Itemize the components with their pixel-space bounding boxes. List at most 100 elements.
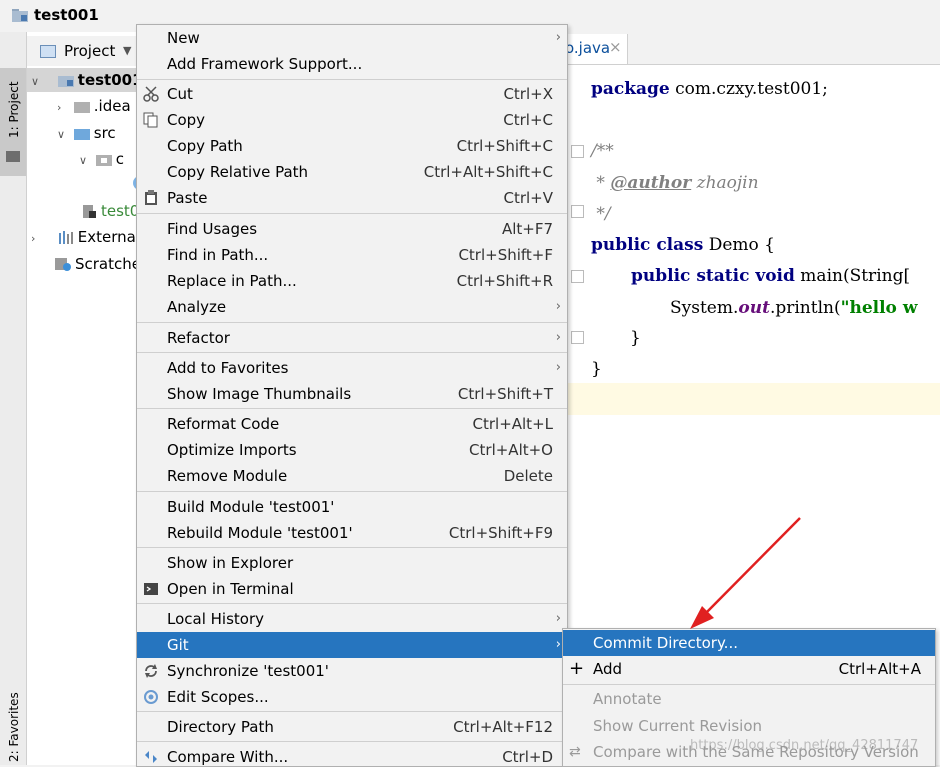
chevron-right-icon[interactable]: › xyxy=(57,96,69,120)
code-line: /** xyxy=(591,141,614,161)
chevron-right-icon: › xyxy=(555,611,561,626)
tree-item-label: Scratche xyxy=(75,255,141,273)
window-title: test001 xyxy=(34,6,99,24)
chevron-down-icon[interactable]: ∨ xyxy=(31,70,43,94)
fold-marker-icon[interactable] xyxy=(571,270,584,283)
code-line: */ xyxy=(591,204,611,224)
chevron-down-icon[interactable]: ∨ xyxy=(57,123,69,147)
fold-marker-icon[interactable] xyxy=(571,205,584,218)
menu-item-edit-scopes[interactable]: Edit Scopes... xyxy=(137,684,567,710)
menu-item-find-usages[interactable]: Find Usages Alt+F7 xyxy=(137,216,567,242)
scope-icon xyxy=(144,690,158,704)
menu-item-copy-relative-path[interactable]: Copy Relative Path Ctrl+Alt+Shift+C xyxy=(137,159,567,185)
source-folder-icon xyxy=(73,129,90,140)
copy-icon xyxy=(143,112,158,128)
project-tool-label: 1: Project xyxy=(7,81,21,138)
package-icon xyxy=(95,155,112,166)
module-folder-icon xyxy=(12,9,28,22)
menu-item-rebuild-module[interactable]: Rebuild Module 'test001' Ctrl+Shift+F9 xyxy=(137,520,567,546)
sync-icon xyxy=(145,664,157,678)
favorites-tool-button[interactable]: 2: Favorites xyxy=(0,682,26,765)
tree-item-idea[interactable]: › .idea xyxy=(27,94,131,118)
current-line-highlight xyxy=(567,383,940,415)
fold-marker-icon[interactable] xyxy=(571,331,584,344)
menu-item-git[interactable]: Git › xyxy=(137,632,567,658)
menu-separator xyxy=(137,213,567,214)
tree-item-src[interactable]: ∨ src xyxy=(27,121,116,145)
project-view-label: Project xyxy=(64,42,116,60)
chevron-right-icon: › xyxy=(555,637,561,652)
menu-separator xyxy=(137,547,567,548)
tree-item-label: c xyxy=(115,150,125,168)
tree-item-label: src xyxy=(93,124,116,142)
libraries-icon xyxy=(58,231,73,244)
context-menu: New › Add Framework Support... Cut Ctrl+X … xyxy=(136,24,568,767)
tree-item-label: .idea xyxy=(93,97,131,115)
menu-item-local-history[interactable]: Local History › xyxy=(137,606,567,632)
scissors-icon xyxy=(143,86,159,102)
menu-item-paste[interactable]: Paste Ctrl+V xyxy=(137,185,567,211)
menu-separator xyxy=(137,491,567,492)
menu-item-synchronize[interactable]: Synchronize 'test001' xyxy=(137,658,567,684)
favorites-tool-label: 2: Favorites xyxy=(7,692,21,762)
menu-item-copy[interactable]: Copy Ctrl+C xyxy=(137,107,567,133)
chevron-right-icon[interactable]: › xyxy=(31,227,43,251)
tree-item-label: test0 xyxy=(101,202,140,220)
menu-separator xyxy=(137,603,567,604)
chevron-down-icon[interactable]: ∨ xyxy=(79,149,91,173)
folder-icon xyxy=(73,102,90,113)
menu-separator xyxy=(137,741,567,742)
menu-separator xyxy=(137,408,567,409)
menu-item-copy-path[interactable]: Copy Path Ctrl+Shift+C xyxy=(137,133,567,159)
submenu-item-annotate: Annotate xyxy=(593,690,662,708)
menu-item-open-in-terminal[interactable]: Open in Terminal xyxy=(137,576,567,602)
tree-item-external-libraries[interactable]: › External xyxy=(27,225,140,249)
code-line: public class Demo { xyxy=(591,235,775,255)
menu-item-refactor[interactable]: Refactor › xyxy=(137,325,567,351)
submenu-item-show-current-revision: Show Current Revision xyxy=(593,717,763,735)
tree-item-label: External xyxy=(77,228,141,246)
chevron-right-icon: › xyxy=(555,299,561,314)
chevron-down-icon: ▼ xyxy=(123,44,132,57)
menu-item-add-to-favorites[interactable]: Add to Favorites › xyxy=(137,355,567,381)
menu-item-find-in-path[interactable]: Find in Path... Ctrl+Shift+F xyxy=(137,242,567,268)
menu-item-reformat-code[interactable]: Reformat Code Ctrl+Alt+L xyxy=(137,411,567,437)
menu-item-new[interactable]: New › xyxy=(137,25,567,51)
tree-item-scratches[interactable]: Scratche xyxy=(27,252,141,276)
module-folder-icon xyxy=(57,76,74,87)
menu-item-cut[interactable]: Cut Ctrl+X xyxy=(137,81,567,107)
menu-separator xyxy=(137,711,567,712)
menu-separator xyxy=(137,79,567,80)
tool-window-strip: 1: Project 2: Favorites xyxy=(0,32,27,765)
editor-tab-bar: o.java × xyxy=(565,34,940,65)
code-line: } xyxy=(591,359,602,379)
tree-item-test001[interactable]: ∨ test001 xyxy=(27,68,143,94)
menu-item-add-framework-support[interactable]: Add Framework Support... xyxy=(137,51,567,77)
tree-item-package[interactable]: ∨ c xyxy=(27,147,124,171)
fold-marker-icon[interactable] xyxy=(571,145,584,158)
close-icon[interactable]: × xyxy=(609,38,622,56)
menu-item-analyze[interactable]: Analyze › xyxy=(137,294,567,320)
submenu-item-add[interactable]: + Add Ctrl+Alt+A xyxy=(563,656,935,682)
menu-item-remove-module[interactable]: Remove Module Delete xyxy=(137,463,567,489)
tree-item-label: test001 xyxy=(77,71,143,89)
tab-demo-java[interactable]: o.java × xyxy=(565,34,628,64)
code-line: * @author zhaojin xyxy=(591,173,759,193)
menu-item-replace-in-path[interactable]: Replace in Path... Ctrl+Shift+R xyxy=(137,268,567,294)
code-line: package com.czxy.test001; xyxy=(591,79,828,99)
module-file-icon xyxy=(83,205,96,218)
watermark: https://blog.csdn.net/qq_42811747 xyxy=(690,738,919,753)
chevron-right-icon: › xyxy=(555,330,561,345)
code-line: } xyxy=(630,328,641,348)
project-tool-button[interactable]: 1: Project xyxy=(0,68,26,176)
terminal-icon xyxy=(144,583,158,595)
submenu-item-commit-directory[interactable]: Commit Directory... xyxy=(563,630,935,656)
menu-item-optimize-imports[interactable]: Optimize Imports Ctrl+Alt+O xyxy=(137,437,567,463)
tree-item-iml[interactable]: test0 xyxy=(27,199,139,223)
menu-item-show-in-explorer[interactable]: Show in Explorer xyxy=(137,550,567,576)
menu-item-show-image-thumbnails[interactable]: Show Image Thumbnails Ctrl+Shift+T xyxy=(137,381,567,407)
menu-item-build-module[interactable]: Build Module 'test001' xyxy=(137,494,567,520)
menu-item-directory-path[interactable]: Directory Path Ctrl+Alt+F12 xyxy=(137,714,567,740)
menu-item-compare-with[interactable]: Compare With... Ctrl+D xyxy=(137,744,567,766)
plus-icon: + xyxy=(569,658,585,679)
